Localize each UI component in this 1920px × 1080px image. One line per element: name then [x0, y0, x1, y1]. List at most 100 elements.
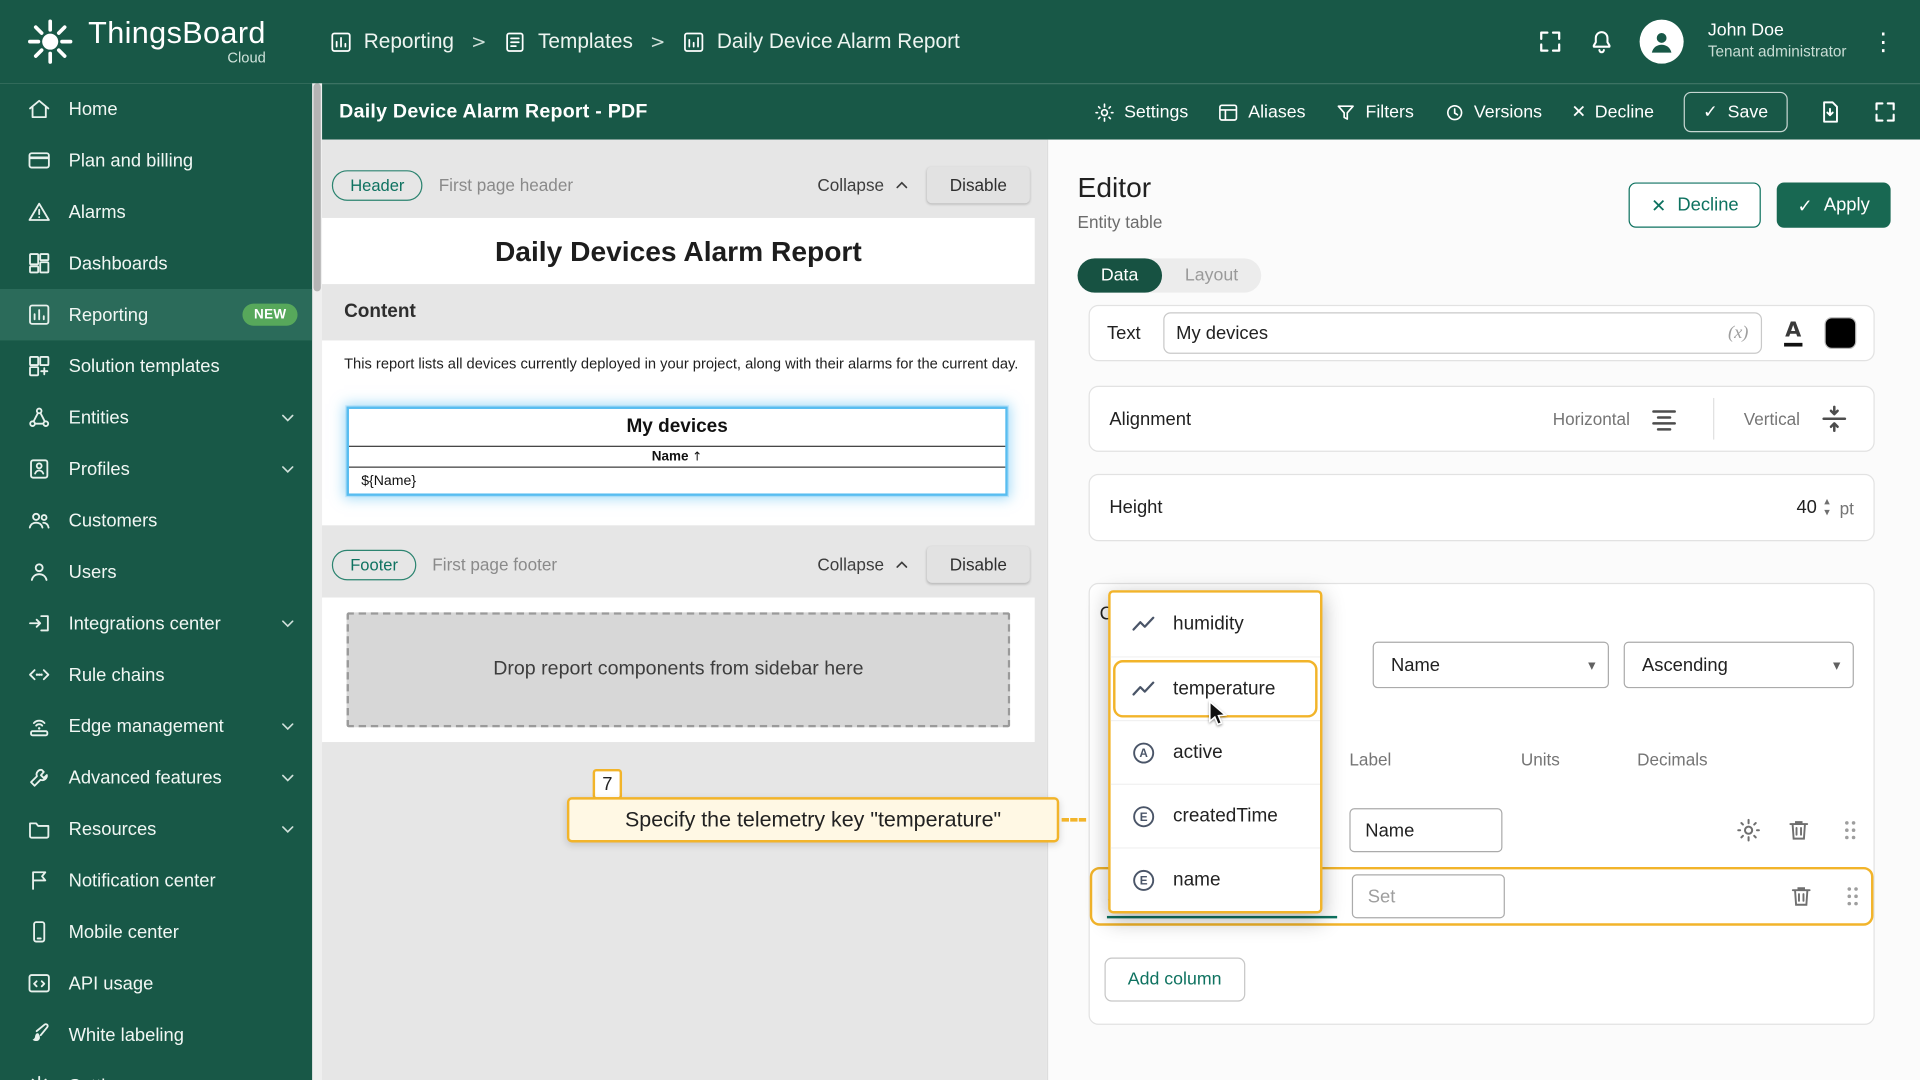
text-field[interactable]: (x) — [1162, 312, 1762, 354]
font-color-icon[interactable]: A — [1783, 319, 1803, 347]
notifications-bell-icon[interactable] — [1588, 28, 1615, 55]
entity-table-cell: ${Name} — [361, 473, 417, 488]
sidebar-item-rule-chains[interactable]: Rule chains — [0, 649, 312, 700]
sidebar-item-settings[interactable]: Settings — [0, 1060, 312, 1080]
fullscreen-icon[interactable] — [1536, 28, 1563, 55]
dropdown-item-name[interactable]: E name — [1110, 847, 1320, 911]
add-column-button[interactable]: Add column — [1104, 957, 1245, 1002]
breadcrumb-separator: > — [471, 30, 487, 53]
edge-management-icon — [27, 714, 51, 738]
svg-text:E: E — [1140, 810, 1148, 823]
report-content-widget[interactable]: This report lists all devices currently … — [322, 340, 1035, 526]
breadcrumb-reporting[interactable]: Reporting — [329, 29, 454, 53]
rule-chains-icon — [27, 662, 51, 686]
avatar[interactable] — [1639, 19, 1684, 64]
sidebar-item-label: Customers — [68, 510, 158, 531]
dropdown-item-label: name — [1173, 868, 1221, 890]
chevron-down-icon — [278, 819, 298, 839]
sidebar-item-api-usage[interactable]: API usage — [0, 958, 312, 1009]
tab-layout[interactable]: Layout — [1162, 258, 1262, 292]
expand-icon[interactable] — [1872, 99, 1898, 125]
footer-disable-button[interactable]: Disable — [926, 546, 1030, 583]
sort-order-value: Ascending — [1642, 654, 1728, 676]
sidebar-item-notification-center[interactable]: Notification center — [0, 855, 312, 906]
save-label: Save — [1727, 102, 1769, 122]
fx-function-icon[interactable]: (x) — [1728, 323, 1748, 344]
sidebar-scrollbar[interactable] — [312, 83, 323, 1080]
scrollbar-thumb[interactable] — [313, 83, 321, 292]
collapse-label: Collapse — [817, 554, 885, 575]
sidebar-item-alarms[interactable]: Alarms — [0, 186, 312, 237]
solution-templates-icon — [27, 354, 51, 378]
drag-handle-icon[interactable] — [1837, 817, 1864, 844]
header-section-tag: Header — [331, 169, 423, 201]
align-vertical-center-icon[interactable] — [1815, 399, 1854, 438]
delete-column-trash-icon[interactable] — [1788, 883, 1815, 910]
chevron-down-icon: ▾ — [1588, 656, 1596, 674]
align-horizontal-center-icon[interactable] — [1645, 399, 1684, 438]
attribute-icon: A — [1130, 739, 1157, 766]
sidebar-item-entities[interactable]: Entities — [0, 392, 312, 443]
stepper-down-icon[interactable]: ▾ — [1824, 507, 1830, 519]
component-dropzone[interactable]: Drop report components from sidebar here — [346, 612, 1011, 728]
column-label-input[interactable] — [1349, 808, 1503, 853]
save-button[interactable]: ✓ Save — [1683, 91, 1788, 133]
notification-center-icon — [27, 868, 51, 892]
sidebar-item-resources[interactable]: Resources — [0, 803, 312, 854]
sort-property-select[interactable]: Name ▾ — [1372, 641, 1609, 689]
delete-column-trash-icon[interactable] — [1785, 817, 1812, 844]
color-swatch[interactable] — [1824, 317, 1857, 349]
header-collapse-button[interactable]: Collapse — [817, 175, 911, 195]
sidebar-item-integrations[interactable]: Integrations center — [0, 598, 312, 649]
sidebar-item-profiles[interactable]: Profiles — [0, 443, 312, 494]
sidebar-item-home[interactable]: Home — [0, 83, 312, 134]
editor-decline-button[interactable]: ✕ Decline — [1628, 182, 1761, 228]
filters-button[interactable]: Filters — [1335, 101, 1414, 123]
stepper-up-icon[interactable]: ▴ — [1824, 496, 1830, 508]
editor-decline-label: Decline — [1677, 194, 1739, 216]
text-field-label: Text — [1106, 322, 1141, 344]
settings-button[interactable]: Settings — [1093, 101, 1188, 123]
sidebar-item-solution-templates[interactable]: Solution templates — [0, 340, 312, 391]
sidebar-item-label: Edge management — [68, 715, 224, 737]
header-disable-button[interactable]: Disable — [926, 166, 1030, 204]
sidebar-item-reporting[interactable]: Reporting NEW — [0, 288, 313, 341]
text-field-card: Text (x) A — [1088, 304, 1875, 362]
editor-apply-button[interactable]: ✓ Apply — [1776, 182, 1891, 228]
aliases-button[interactable]: Aliases — [1218, 101, 1305, 123]
sidebar-item-advanced-features[interactable]: Advanced features — [0, 752, 312, 803]
sidebar-item-dashboards[interactable]: Dashboards — [0, 238, 312, 289]
dropdown-item-createdtime[interactable]: E createdTime — [1110, 783, 1320, 848]
entity-field-icon: E — [1130, 866, 1157, 893]
text-input[interactable] — [1176, 322, 1728, 344]
user-info[interactable]: John Doe Tenant administrator — [1708, 21, 1847, 63]
sidebar-item-mobile-center[interactable]: Mobile center — [0, 906, 312, 957]
brand[interactable]: ThingsBoard Cloud — [0, 16, 266, 67]
sort-order-select[interactable]: Ascending ▾ — [1623, 641, 1854, 689]
tab-data[interactable]: Data — [1077, 258, 1162, 293]
sidebar-item-edge-management[interactable]: Edge management — [0, 700, 312, 751]
report-header-widget[interactable]: Daily Devices Alarm Report — [322, 217, 1035, 285]
sidebar-item-plan-billing[interactable]: Plan and billing — [0, 135, 312, 186]
reporting-icon — [27, 302, 51, 326]
sidebar-item-customers[interactable]: Customers — [0, 495, 312, 546]
user-name: John Doe — [1707, 20, 1784, 41]
versions-button[interactable]: Versions — [1443, 101, 1542, 123]
sidebar-item-users[interactable]: Users — [0, 546, 312, 597]
entity-table-widget[interactable]: My devices Name ↑ ${Name} — [346, 406, 1008, 496]
breadcrumb-templates[interactable]: Templates — [504, 29, 633, 53]
breadcrumb-report[interactable]: Daily Device Alarm Report — [683, 29, 960, 53]
column-settings-gear-icon[interactable] — [1735, 817, 1762, 844]
sidebar-item-white-labeling[interactable]: White labeling — [0, 1009, 312, 1060]
download-pdf-icon[interactable] — [1817, 99, 1843, 125]
decline-button[interactable]: ✕ Decline — [1571, 102, 1654, 122]
height-stepper[interactable]: ▴ ▾ — [1824, 496, 1830, 519]
footer-collapse-button[interactable]: Collapse — [817, 554, 911, 575]
column-label-input[interactable] — [1351, 874, 1505, 919]
height-input[interactable] — [1770, 497, 1817, 518]
dropdown-item-active[interactable]: A active — [1110, 720, 1320, 784]
dropdown-item-humidity[interactable]: humidity — [1111, 593, 1320, 657]
more-menu-icon[interactable]: ⋮ — [1871, 27, 1895, 56]
drag-handle-icon[interactable] — [1839, 883, 1866, 910]
sidebar-item-label: Profiles — [68, 458, 130, 480]
